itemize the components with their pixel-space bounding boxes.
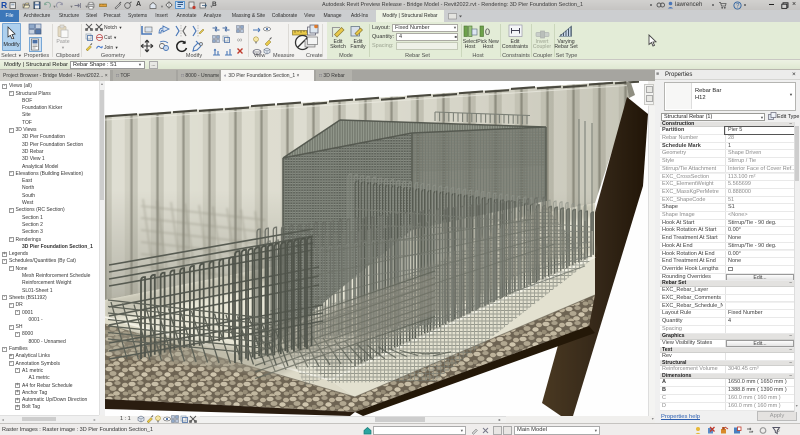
svg-text:0: 0 [485,27,490,37]
svg-text:∞: ∞ [237,37,242,44]
